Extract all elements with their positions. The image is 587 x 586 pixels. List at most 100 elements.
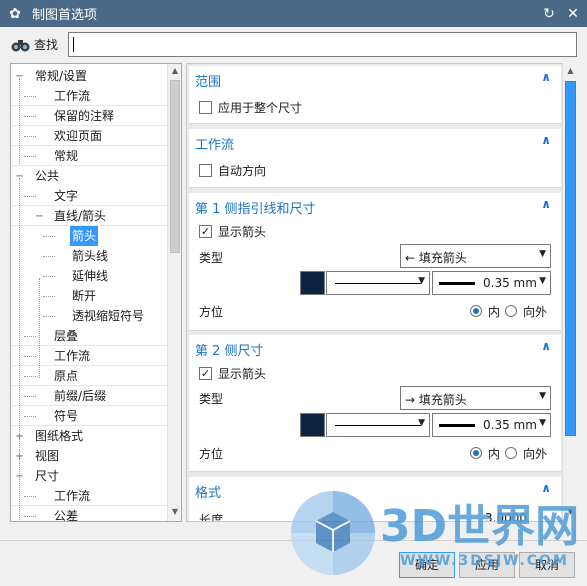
- collapse-chevron-icon[interactable]: ∧: [541, 133, 551, 147]
- close-icon[interactable]: ✕: [563, 4, 583, 24]
- orientation-label: 方位: [199, 447, 224, 461]
- show-arrow-checkbox[interactable]: ✓: [199, 367, 212, 380]
- tree-scrollbar[interactable]: ▲ ▼: [167, 64, 181, 521]
- tree-item-label: 工作流: [54, 349, 91, 363]
- arrow-type-dropdown[interactable]: → 填充箭头 ▼: [400, 386, 551, 410]
- tree-item[interactable]: + 视图: [11, 446, 169, 466]
- panel-scrollbar[interactable]: ▲ ▼: [562, 63, 577, 522]
- line-style-dropdown[interactable]: ▼: [326, 413, 430, 437]
- tree-item[interactable]: 层叠: [11, 326, 169, 346]
- tree-item-label: 工作流: [54, 89, 91, 103]
- collapse-chevron-icon[interactable]: ∧: [541, 339, 551, 353]
- length-value[interactable]: 3.0000: [485, 511, 527, 521]
- panel-scroll-thumb[interactable]: [565, 81, 576, 436]
- tree-item[interactable]: 文字: [11, 186, 169, 206]
- search-label: 查找: [34, 38, 59, 52]
- tree-item[interactable]: − 尺寸: [11, 466, 169, 486]
- combo-value: → 填充箭头: [405, 393, 467, 407]
- tree-item[interactable]: + 图纸格式: [11, 426, 169, 446]
- tree-item[interactable]: 延伸线: [11, 266, 169, 286]
- binoculars-icon: [11, 39, 30, 51]
- section-scope: 范围 ∧ 应用于整个尺寸: [189, 66, 561, 124]
- tree-connector: [24, 96, 36, 97]
- arrow-right-icon: →: [405, 393, 416, 407]
- inside-radio[interactable]: [470, 305, 482, 317]
- tree-connector: [43, 256, 55, 257]
- ok-button[interactable]: 确定: [399, 552, 455, 578]
- scroll-down-icon[interactable]: ▼: [170, 507, 180, 519]
- scroll-up-icon[interactable]: ▲: [170, 66, 180, 78]
- tree-item-label: 断开: [72, 289, 97, 303]
- outside-radio[interactable]: [505, 305, 517, 317]
- tree-connector: [43, 296, 55, 297]
- section-title: 第 2 侧尺寸: [195, 344, 264, 359]
- tree-connector: [24, 336, 36, 337]
- apply-whole-dimension-checkbox[interactable]: [199, 101, 212, 114]
- radio-label: 内: [488, 447, 501, 461]
- arrow-type-dropdown[interactable]: ← 填充箭头 ▼: [400, 244, 551, 268]
- section-side1: 第 1 侧指引线和尺寸 ∧ ✓ 显示箭头 类型 ← 填充箭头 ▼ ▼ 0.35 …: [189, 193, 561, 331]
- tree-scroll-thumb[interactable]: [170, 80, 180, 253]
- tree-item[interactable]: 常规: [11, 146, 169, 166]
- tree-item[interactable]: 欢迎页面: [11, 126, 169, 146]
- line-style-dropdown[interactable]: ▼: [326, 271, 430, 295]
- tree-item[interactable]: 符号: [11, 406, 169, 426]
- cancel-button[interactable]: 取消: [519, 552, 575, 578]
- tree-item[interactable]: 前缀/后缀: [11, 386, 169, 406]
- chevron-down-icon: ▼: [539, 276, 546, 286]
- tree-item-label: 直线/箭头: [54, 209, 107, 223]
- collapse-chevron-icon[interactable]: ∧: [541, 197, 551, 211]
- section-title: 工作流: [195, 138, 235, 153]
- collapse-icon[interactable]: −: [35, 212, 44, 222]
- tree-item[interactable]: 工作流: [11, 486, 169, 506]
- tree-item[interactable]: 箭头线: [11, 246, 169, 266]
- arrow-left-icon: ←: [405, 251, 416, 265]
- scroll-down-icon[interactable]: ▼: [565, 507, 576, 516]
- length-label: 长度: [199, 513, 224, 522]
- scroll-up-icon[interactable]: ▲: [565, 66, 576, 75]
- line-weight-dropdown[interactable]: 0.35 mm ▼: [432, 413, 551, 437]
- tree-connector: [24, 396, 36, 397]
- type-label: 类型: [199, 251, 224, 265]
- tree-item[interactable]: 原点: [11, 366, 169, 386]
- tree-item[interactable]: 工作流: [11, 346, 169, 366]
- tree-connector: [24, 196, 36, 197]
- line-weight-dropdown[interactable]: 0.35 mm ▼: [432, 271, 551, 295]
- color-swatch[interactable]: [300, 271, 325, 295]
- tree-item[interactable]: 保留的注释: [11, 106, 169, 126]
- outside-radio[interactable]: [505, 447, 517, 459]
- search-bar: 查找: [0, 27, 587, 62]
- show-arrow-checkbox[interactable]: ✓: [199, 225, 212, 238]
- tree-item[interactable]: 工作流: [11, 86, 169, 106]
- section-title: 范围: [195, 75, 222, 90]
- tree-item[interactable]: 箭头: [11, 226, 169, 246]
- tree-item[interactable]: − 公共: [11, 166, 169, 186]
- line-style-preview: [335, 425, 421, 426]
- gear-icon[interactable]: ✿: [8, 7, 22, 21]
- auto-orientation-checkbox[interactable]: [199, 164, 212, 177]
- window-title: 制图首选项: [32, 8, 98, 23]
- tree-item-label: 层叠: [54, 329, 79, 343]
- preferences-tree[interactable]: − 常规/设置 工作流 保留的注释 欢迎页面 常规 − 公共 文字 − 直线/箭头 箭头 箭头线 延伸线断…: [10, 63, 182, 522]
- tree-connector: [24, 516, 36, 517]
- checkbox-label: 自动方向: [218, 164, 267, 178]
- checkbox-label: 应用于整个尺寸: [218, 101, 303, 115]
- settings-panel: 范围 ∧ 应用于整个尺寸 工作流 ∧ 自动方向 第 1 侧指引线和尺寸 ∧ ✓ …: [186, 63, 577, 522]
- apply-button[interactable]: 应用: [459, 552, 515, 578]
- inside-radio[interactable]: [470, 447, 482, 459]
- collapse-chevron-icon[interactable]: ∧: [541, 481, 551, 495]
- chevron-down-icon: ▼: [539, 418, 546, 428]
- chevron-down-icon: ▼: [539, 391, 546, 401]
- tree-item-label: 符号: [54, 409, 79, 423]
- tree-item[interactable]: − 常规/设置: [11, 66, 169, 86]
- color-swatch[interactable]: [300, 413, 325, 437]
- tree-connector: [43, 276, 55, 277]
- collapse-chevron-icon[interactable]: ∧: [541, 70, 551, 84]
- reset-icon[interactable]: ↻: [539, 4, 559, 24]
- tree-item[interactable]: 公差: [11, 506, 169, 521]
- tree-item[interactable]: 透视缩短符号: [11, 306, 169, 326]
- tree-item[interactable]: − 直线/箭头: [11, 206, 169, 226]
- search-input[interactable]: [68, 32, 577, 57]
- tree-item-label: 保留的注释: [54, 109, 115, 123]
- tree-item[interactable]: 断开: [11, 286, 169, 306]
